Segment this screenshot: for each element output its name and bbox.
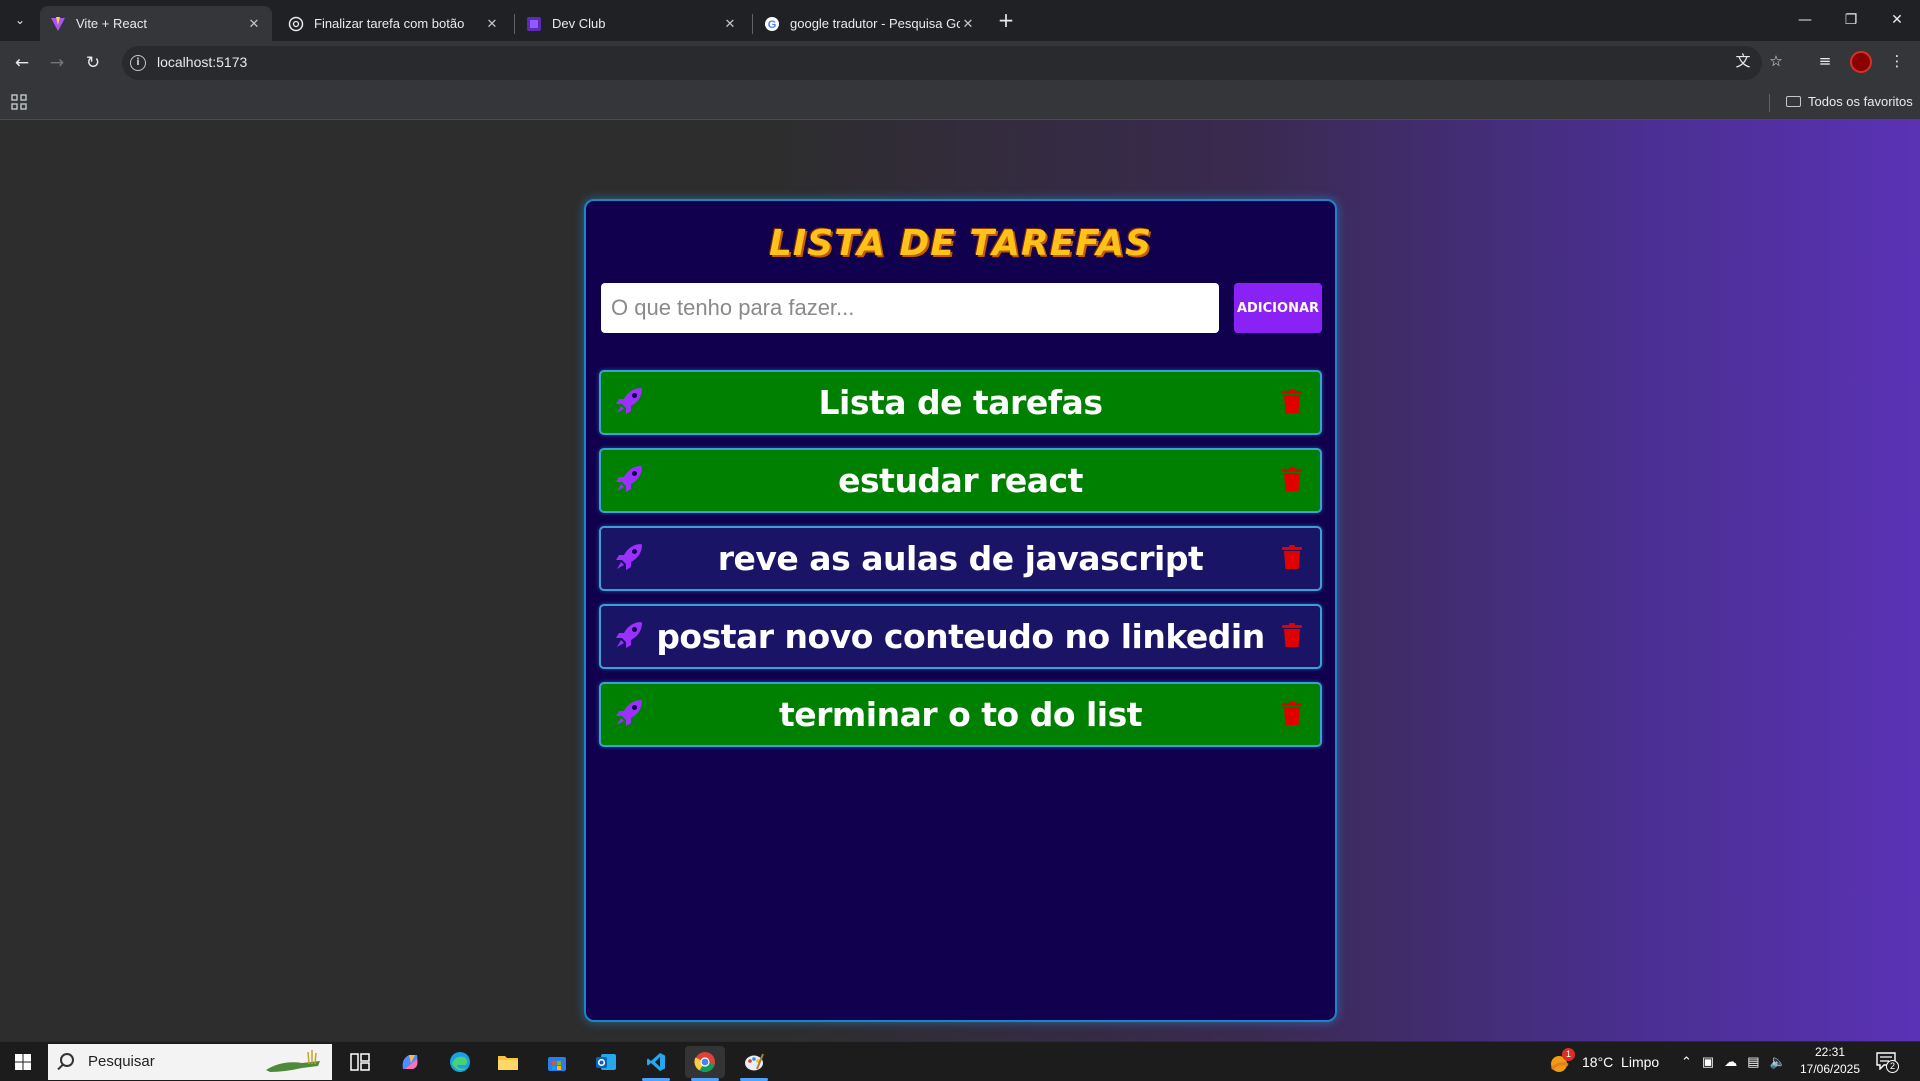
system-clock[interactable]: 22:31 17/06/2025 [1795, 1044, 1865, 1078]
task-list: Lista de tarefas estudar react reve as aul… [599, 370, 1322, 760]
tab-dev-club[interactable]: Dev Club ✕ [516, 6, 748, 41]
trash-icon[interactable] [1282, 701, 1302, 725]
weather-sun-icon: 1 [1548, 1048, 1575, 1075]
bookmarks-bar: Todos os favoritos [0, 85, 1920, 120]
network-icon[interactable]: ▤ [1747, 1054, 1759, 1070]
weather-alert-badge: 1 [1562, 1048, 1575, 1061]
trash-icon[interactable] [1282, 389, 1302, 413]
trash-icon[interactable] [1282, 545, 1302, 569]
close-icon[interactable]: ✕ [246, 16, 262, 32]
tab-title: Finalizar tarefa com botão [314, 16, 465, 31]
rocket-icon[interactable] [615, 385, 645, 415]
browser-toolbar: ← → ↻ i localhost:5173 文 ☆ ≡ ⋮ [0, 41, 1920, 85]
meet-now-icon[interactable]: ▣ [1702, 1054, 1714, 1070]
trash-icon[interactable] [1282, 467, 1302, 491]
task-input[interactable] [601, 283, 1219, 333]
search-icon [60, 1053, 74, 1067]
show-hidden-icons-chevron-icon[interactable]: ⌃ [1681, 1054, 1692, 1070]
reload-icon[interactable]: ↻ [79, 49, 107, 77]
tab-vite-react[interactable]: Vite + React ✕ [40, 6, 272, 41]
notification-center-icon[interactable]: 2 [1876, 1042, 1899, 1081]
task-text: terminar o to do list [778, 695, 1143, 734]
google-icon: G [764, 16, 780, 32]
tab-separator [514, 14, 515, 34]
close-icon[interactable]: ✕ [484, 16, 500, 32]
windows-taskbar: Pesquisar 1 18°C Limpo ⌃ ▣ ☁ ▤ 🔈 22:31 1… [0, 1041, 1920, 1081]
task-text: reve as aulas de javascript [717, 539, 1204, 578]
weather-widget[interactable]: 1 18°C Limpo [1548, 1042, 1659, 1081]
copilot-icon[interactable] [390, 1046, 430, 1078]
media-control-icon[interactable]: ≡ [1813, 49, 1837, 73]
trash-icon[interactable] [1282, 623, 1302, 647]
chrome-icon[interactable] [685, 1046, 725, 1081]
svg-text:G: G [768, 19, 777, 31]
task-view-icon[interactable] [340, 1046, 380, 1078]
task-text: estudar react [838, 461, 1083, 500]
new-tab-button[interactable]: + [995, 9, 1017, 31]
menu-icon[interactable]: ⋮ [1885, 49, 1909, 73]
microsoft-store-icon[interactable] [537, 1046, 577, 1078]
close-icon[interactable]: ✕ [960, 16, 976, 32]
tab-strip: ⌄ Vite + React ✕ Finalizar tarefa com bo… [0, 0, 1920, 41]
tab-separator [752, 14, 753, 34]
url-text: localhost:5173 [157, 54, 248, 70]
profile-avatar[interactable] [1850, 51, 1872, 73]
bookmarks-folder-label: Todos os favoritos [1808, 94, 1913, 109]
rocket-icon[interactable] [615, 697, 645, 727]
tab-search-icon[interactable]: ⌄ [8, 8, 32, 32]
todo-card: LISTA DE TAREFAS ADICIONAR Lista de tare… [584, 199, 1337, 1022]
paint-icon[interactable] [734, 1046, 774, 1081]
clock-date: 17/06/2025 [1799, 1062, 1861, 1076]
search-label: Pesquisar [88, 1053, 155, 1070]
devclub-icon [526, 16, 542, 32]
clock-time: 22:31 [1814, 1045, 1846, 1059]
task-text: Lista de tarefas [818, 383, 1103, 422]
task-item: estudar react [599, 448, 1322, 513]
tab-title: google tradutor - Pesquisa Goo [790, 16, 960, 31]
system-tray: ⌃ ▣ ☁ ▤ 🔈 [1681, 1042, 1786, 1081]
forward-icon[interactable]: → [43, 49, 71, 77]
onedrive-cloud-icon[interactable]: ☁ [1724, 1054, 1737, 1070]
bookmarks-separator [1769, 94, 1770, 112]
page-title: LISTA DE TAREFAS [768, 223, 1153, 264]
window-close-button[interactable]: ✕ [1874, 6, 1920, 34]
rocket-icon[interactable] [615, 541, 645, 571]
all-bookmarks-folder[interactable]: Todos os favoritos [1786, 94, 1913, 109]
file-explorer-icon[interactable] [488, 1046, 528, 1078]
rocket-icon[interactable] [615, 463, 645, 493]
page-viewport: LISTA DE TAREFAS ADICIONAR Lista de tare… [0, 120, 1920, 1041]
restore-button[interactable]: ❐ [1828, 6, 1874, 34]
minimize-button[interactable]: — [1782, 6, 1828, 34]
edge-browser-icon[interactable] [440, 1046, 480, 1078]
task-item: terminar o to do list [599, 682, 1322, 747]
tab-finalizar-tarefa[interactable]: Finalizar tarefa com botão ✕ [278, 6, 510, 41]
apps-grid-icon[interactable] [11, 94, 27, 110]
tab-title: Dev Club [552, 16, 606, 31]
task-text: postar novo conteudo no linkedin [656, 617, 1265, 656]
translate-icon[interactable]: 文 [1731, 49, 1755, 73]
add-task-button[interactable]: ADICIONAR [1234, 283, 1322, 333]
windows-start-icon[interactable] [0, 1042, 46, 1081]
task-item: postar novo conteudo no linkedin [599, 604, 1322, 669]
vite-icon [50, 16, 66, 32]
address-bar[interactable]: i localhost:5173 [122, 46, 1762, 80]
tab-title: Vite + React [76, 16, 147, 31]
close-icon[interactable]: ✕ [722, 16, 738, 32]
notification-count-badge: 2 [1886, 1060, 1899, 1073]
taskbar-search-box[interactable]: Pesquisar [48, 1044, 332, 1080]
tab-google-tradutor[interactable]: G google tradutor - Pesquisa Goo ✕ [754, 6, 986, 41]
back-icon[interactable]: ← [8, 49, 36, 77]
vscode-icon[interactable] [636, 1046, 676, 1081]
outlook-icon[interactable] [586, 1046, 626, 1078]
volume-icon[interactable]: 🔈 [1770, 1054, 1786, 1070]
crocodile-illustration-icon [262, 1048, 324, 1076]
folder-icon [1786, 96, 1801, 107]
site-info-icon[interactable]: i [130, 55, 146, 71]
rocket-icon[interactable] [615, 619, 645, 649]
bookmark-star-icon[interactable]: ☆ [1764, 49, 1788, 73]
task-item: reve as aulas de javascript [599, 526, 1322, 591]
weather-text: 18°C Limpo [1582, 1054, 1660, 1070]
task-item: Lista de tarefas [599, 370, 1322, 435]
chatgpt-icon [288, 16, 304, 32]
